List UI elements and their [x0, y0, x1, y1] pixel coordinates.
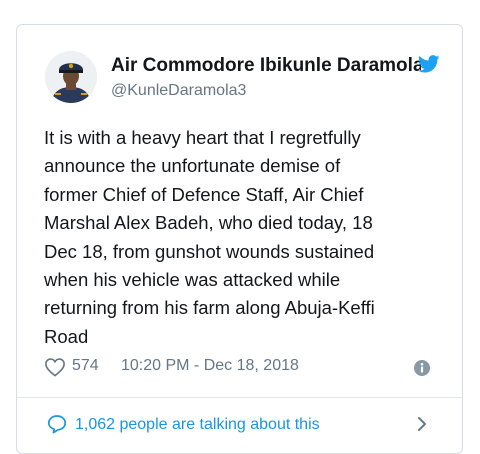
conversation-count-label[interactable]: 1,062 people are talking about this — [75, 416, 320, 434]
chevron-right-icon[interactable] — [415, 415, 429, 433]
conversation-link[interactable]: 1,062 people are talking about this — [17, 398, 462, 450]
speech-bubble-icon — [47, 415, 67, 434]
author-display-name[interactable]: Air Commodore Ibikunle Daramola — [111, 55, 421, 77]
tweet-text-line: Road — [44, 325, 89, 347]
tweet-text-line: It is with a heavy heart that I regretfu… — [44, 127, 361, 148]
tweet-meta-row: 574 10:20 PM - Dec 18, 2018 — [44, 355, 439, 379]
twitter-bird-icon[interactable] — [417, 53, 441, 75]
heart-icon[interactable] — [44, 357, 66, 377]
avatar[interactable] — [45, 51, 97, 103]
tweet-text-line: Marshal Alex Badeh, who died today, 18 — [44, 212, 373, 234]
tweet-text: It is with a heavy heart that I regretfu… — [44, 124, 434, 351]
tweet-text-line: when his vehicle was attacked while — [44, 269, 341, 291]
tweet-text-line: Dec 18, from gunshot wounds sustained — [44, 240, 375, 262]
tweet-text-line: returning from his farm along Abuja-Keff… — [44, 297, 375, 319]
tweet-embed-card[interactable]: Air Commodore Ibikunle Daramola @KunleDa… — [16, 24, 463, 454]
tweet-text-line: former Chief of Defence Staff, Air Chief — [44, 183, 364, 205]
like-count[interactable]: 574 — [72, 357, 99, 375]
tweet-text-line: announce the unfortunate demise of — [44, 155, 341, 177]
author-handle[interactable]: @KunleDaramola3 — [111, 82, 246, 100]
info-icon[interactable] — [413, 359, 431, 377]
tweet-timestamp[interactable]: 10:20 PM - Dec 18, 2018 — [121, 357, 299, 375]
